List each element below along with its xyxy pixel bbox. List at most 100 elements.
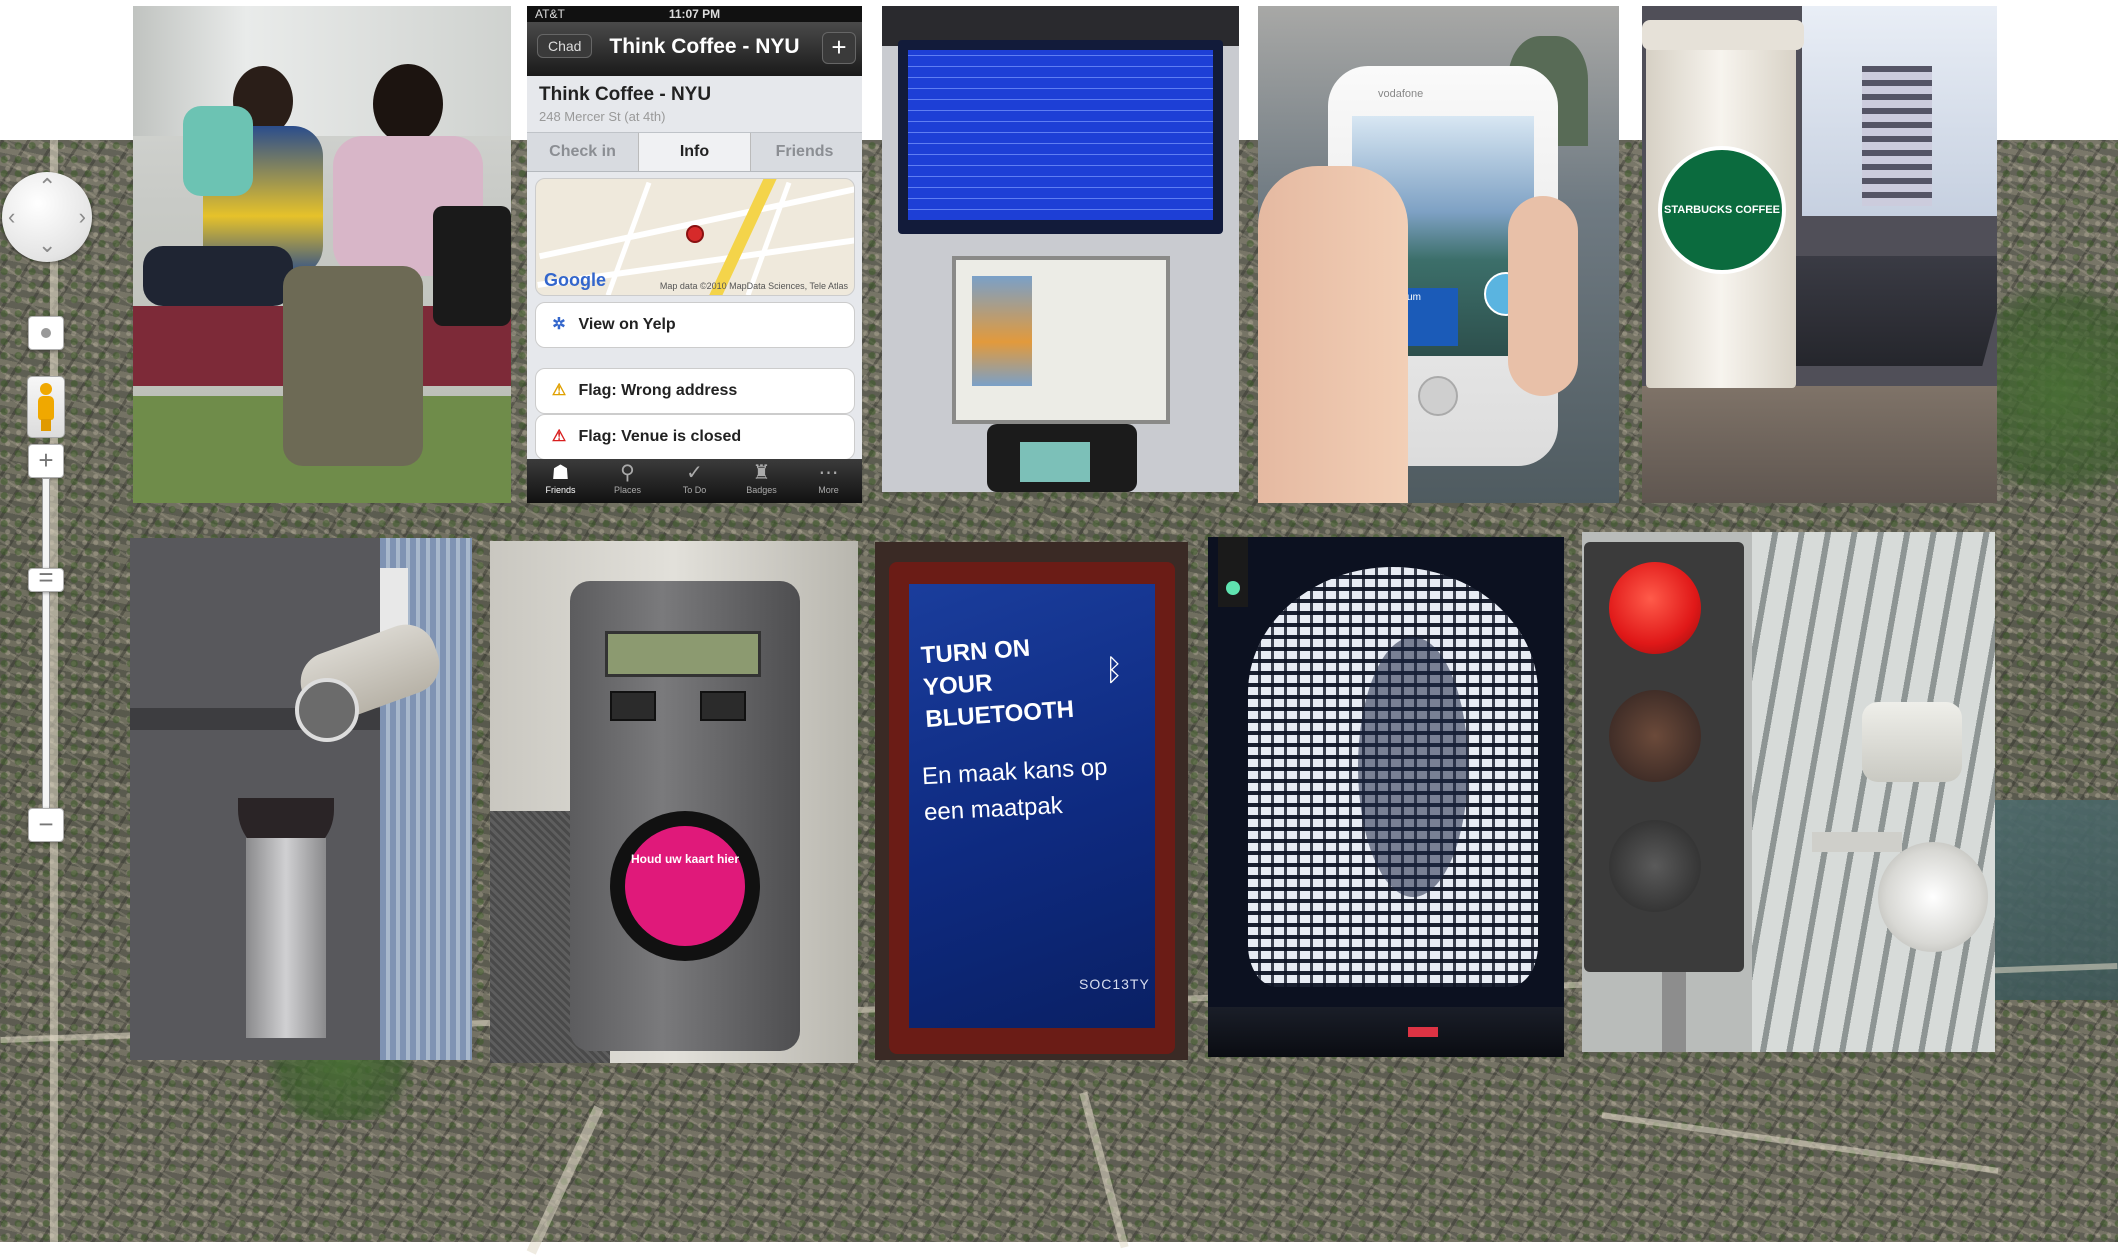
tabbar-places[interactable]: ⚲ Places bbox=[594, 461, 661, 495]
reader-button bbox=[700, 691, 746, 721]
poster-headline: TURN ON YOUR BLUETOOTH bbox=[920, 634, 1075, 734]
back-button[interactable]: Chad bbox=[537, 34, 593, 58]
pan-right-icon[interactable]: › bbox=[79, 206, 86, 228]
passenger-bag bbox=[183, 106, 253, 196]
map-road bbox=[50, 140, 58, 1242]
google-logo: Google bbox=[544, 270, 606, 290]
zoom-out-button[interactable]: − bbox=[28, 808, 64, 842]
kiosk-small-screen bbox=[1020, 442, 1090, 482]
green-light-off bbox=[1609, 820, 1701, 912]
map-road bbox=[526, 1105, 604, 1255]
floor-map-detail bbox=[972, 276, 1032, 386]
map-road bbox=[1079, 1091, 1129, 1249]
yelp-icon: ✲ bbox=[552, 316, 566, 333]
map-street bbox=[745, 181, 792, 295]
hand bbox=[1258, 166, 1408, 503]
tabbar-badges[interactable]: ♜ Badges bbox=[728, 461, 795, 495]
tab-check-in[interactable]: Check in bbox=[527, 133, 638, 171]
passenger-trousers bbox=[283, 266, 423, 466]
photo-starbucks-laptop: STARBUCKS COFFEE bbox=[1642, 6, 1997, 503]
flag-wrong-address-row[interactable]: ⚠ Flag: Wrong address bbox=[535, 368, 855, 414]
status-bar: AT&T 11:07 PM bbox=[527, 6, 862, 22]
pegman-legs bbox=[41, 419, 51, 431]
photo-subway-passengers bbox=[133, 6, 511, 503]
facade-image bbox=[1358, 637, 1468, 897]
warning-icon: ⚠ bbox=[551, 428, 567, 445]
reset-view-button[interactable] bbox=[28, 316, 64, 350]
green-light bbox=[1226, 581, 1240, 595]
tabbar-places-label: Places bbox=[613, 485, 641, 495]
cup-lid bbox=[1642, 20, 1804, 50]
car-lights bbox=[1408, 1027, 1438, 1037]
pin-icon: ⚲ bbox=[620, 462, 635, 484]
bluetooth-icon: ᛒ bbox=[1105, 654, 1123, 687]
poster-body: En maak kans op een maatpak bbox=[921, 753, 1109, 827]
camera-lens bbox=[295, 678, 359, 742]
reader-display bbox=[605, 631, 761, 677]
photo-traffic-light-camera bbox=[1582, 532, 1995, 1052]
street-view-pegman-icon[interactable] bbox=[27, 376, 65, 438]
camera-pole bbox=[246, 838, 326, 1038]
flag-venue-closed-row[interactable]: ⚠ Flag: Venue is closed bbox=[535, 414, 855, 460]
pegman-body bbox=[38, 396, 54, 420]
cctv-camera-icon bbox=[1862, 702, 1962, 782]
view-on-yelp-label: View on Yelp bbox=[578, 316, 676, 333]
tab-bar: ☗ Friends ⚲ Places ✓ To Do ♜ Badges ⋯ More bbox=[527, 459, 862, 503]
social-feed bbox=[1862, 66, 1932, 206]
photo-card-reader: Houd uw kaart hier bbox=[490, 541, 858, 1063]
tap-card-sticker: Houd uw kaart hier bbox=[625, 826, 745, 946]
tabbar-todo[interactable]: ✓ To Do bbox=[661, 461, 728, 495]
zoom-slider-track[interactable] bbox=[42, 478, 50, 810]
passenger-head bbox=[373, 64, 443, 144]
building-facade bbox=[1752, 532, 1995, 1052]
clock-label: 11:07 PM bbox=[668, 7, 721, 21]
zoom-slider-thumb[interactable]: = bbox=[28, 564, 64, 592]
tabbar-more[interactable]: ⋯ More bbox=[795, 461, 862, 495]
traffic-signal bbox=[1218, 537, 1248, 607]
trackball-button bbox=[1418, 376, 1458, 416]
photo-android-ar-app: Leijsmuseum vodafone bbox=[1258, 6, 1619, 503]
poster-brand: SOC13TY bbox=[1079, 976, 1150, 992]
map-road bbox=[1601, 1112, 1999, 1174]
tab-friends[interactable]: Friends bbox=[749, 133, 860, 171]
add-button[interactable]: + bbox=[822, 32, 856, 64]
photo-kiosk-blue-screen bbox=[882, 6, 1239, 492]
tab-info[interactable]: Info bbox=[638, 133, 751, 171]
photo-illuminated-building bbox=[1208, 537, 1564, 1057]
pegman-head bbox=[40, 383, 52, 395]
view-on-yelp-row[interactable]: ✲ View on Yelp bbox=[535, 302, 855, 348]
card-reader-device: Houd uw kaart hier bbox=[570, 581, 800, 1051]
segmented-tabs: Check in Info Friends bbox=[527, 132, 862, 172]
starbucks-logo: STARBUCKS COFFEE bbox=[1658, 146, 1786, 274]
reader-button bbox=[610, 691, 656, 721]
location-pin-icon[interactable] bbox=[686, 225, 704, 243]
check-icon: ✓ bbox=[686, 462, 703, 484]
pan-left-icon[interactable]: ‹ bbox=[8, 206, 15, 228]
flag-venue-closed-label: Flag: Venue is closed bbox=[578, 428, 742, 445]
pan-down-icon[interactable]: ⌄ bbox=[38, 234, 56, 256]
blue-screen-error bbox=[908, 50, 1213, 220]
venue-address: 248 Mercer St (at 4th) bbox=[539, 109, 666, 124]
more-icon: ⋯ bbox=[818, 462, 839, 484]
venue-name: Think Coffee - NYU bbox=[539, 84, 712, 105]
pan-control[interactable]: ⌃ ⌄ ‹ › bbox=[2, 172, 92, 262]
nav-title: Think Coffee - NYU bbox=[609, 35, 800, 58]
photo-security-cameras bbox=[130, 538, 472, 1060]
photo-iphone-app: AT&T 11:07 PM Chad Think Coffee - NYU + … bbox=[527, 6, 862, 503]
navigation-bar: Chad Think Coffee - NYU + bbox=[527, 22, 862, 76]
tabbar-friends[interactable]: ☗ Friends bbox=[527, 461, 594, 495]
pan-up-icon[interactable]: ⌃ bbox=[38, 176, 56, 198]
passenger-legs bbox=[143, 246, 293, 306]
map-copyright: Map data ©2010 MapData Sciences, Tele At… bbox=[659, 281, 848, 291]
street-level bbox=[1208, 1007, 1564, 1057]
zoom-in-button[interactable]: + bbox=[28, 444, 64, 478]
warning-icon: ⚠ bbox=[551, 382, 567, 399]
table bbox=[1642, 386, 1997, 503]
passenger-backpack bbox=[433, 206, 511, 326]
photo-bluetooth-poster: TURN ON YOUR BLUETOOTH ᛒ En maak kans op… bbox=[875, 542, 1188, 1060]
venue-map[interactable]: Google Map data ©2010 MapData Sciences, … bbox=[535, 178, 855, 296]
camera-housing bbox=[1878, 842, 1988, 952]
traffic-pole bbox=[1662, 972, 1686, 1052]
tabbar-badges-label: Badges bbox=[746, 485, 777, 495]
traffic-light bbox=[1584, 542, 1744, 972]
